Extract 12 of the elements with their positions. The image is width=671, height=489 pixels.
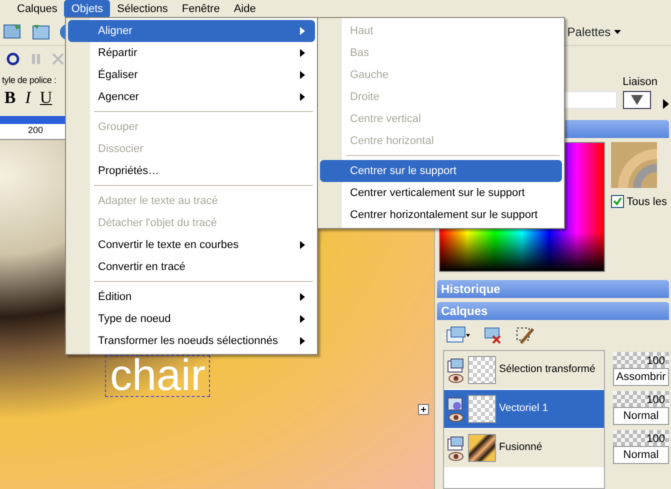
ruler-label: 200 <box>28 125 44 135</box>
panel-title: Historique <box>437 280 669 298</box>
layer-name: Sélection transformé <box>499 362 596 378</box>
layer-name: Vectoriel 1 <box>499 401 548 416</box>
font-style-label: tyle de police : <box>2 74 56 87</box>
panel-title: Calques <box>437 302 669 320</box>
checkbox-label: Tous les <box>626 194 667 210</box>
link-label: Liaison <box>622 75 658 90</box>
opacity-value: 100 <box>646 354 665 369</box>
opacity-value: 100 <box>646 432 665 447</box>
opacity-value: 100 <box>646 393 665 408</box>
layer-name: Fusionné <box>499 440 542 456</box>
